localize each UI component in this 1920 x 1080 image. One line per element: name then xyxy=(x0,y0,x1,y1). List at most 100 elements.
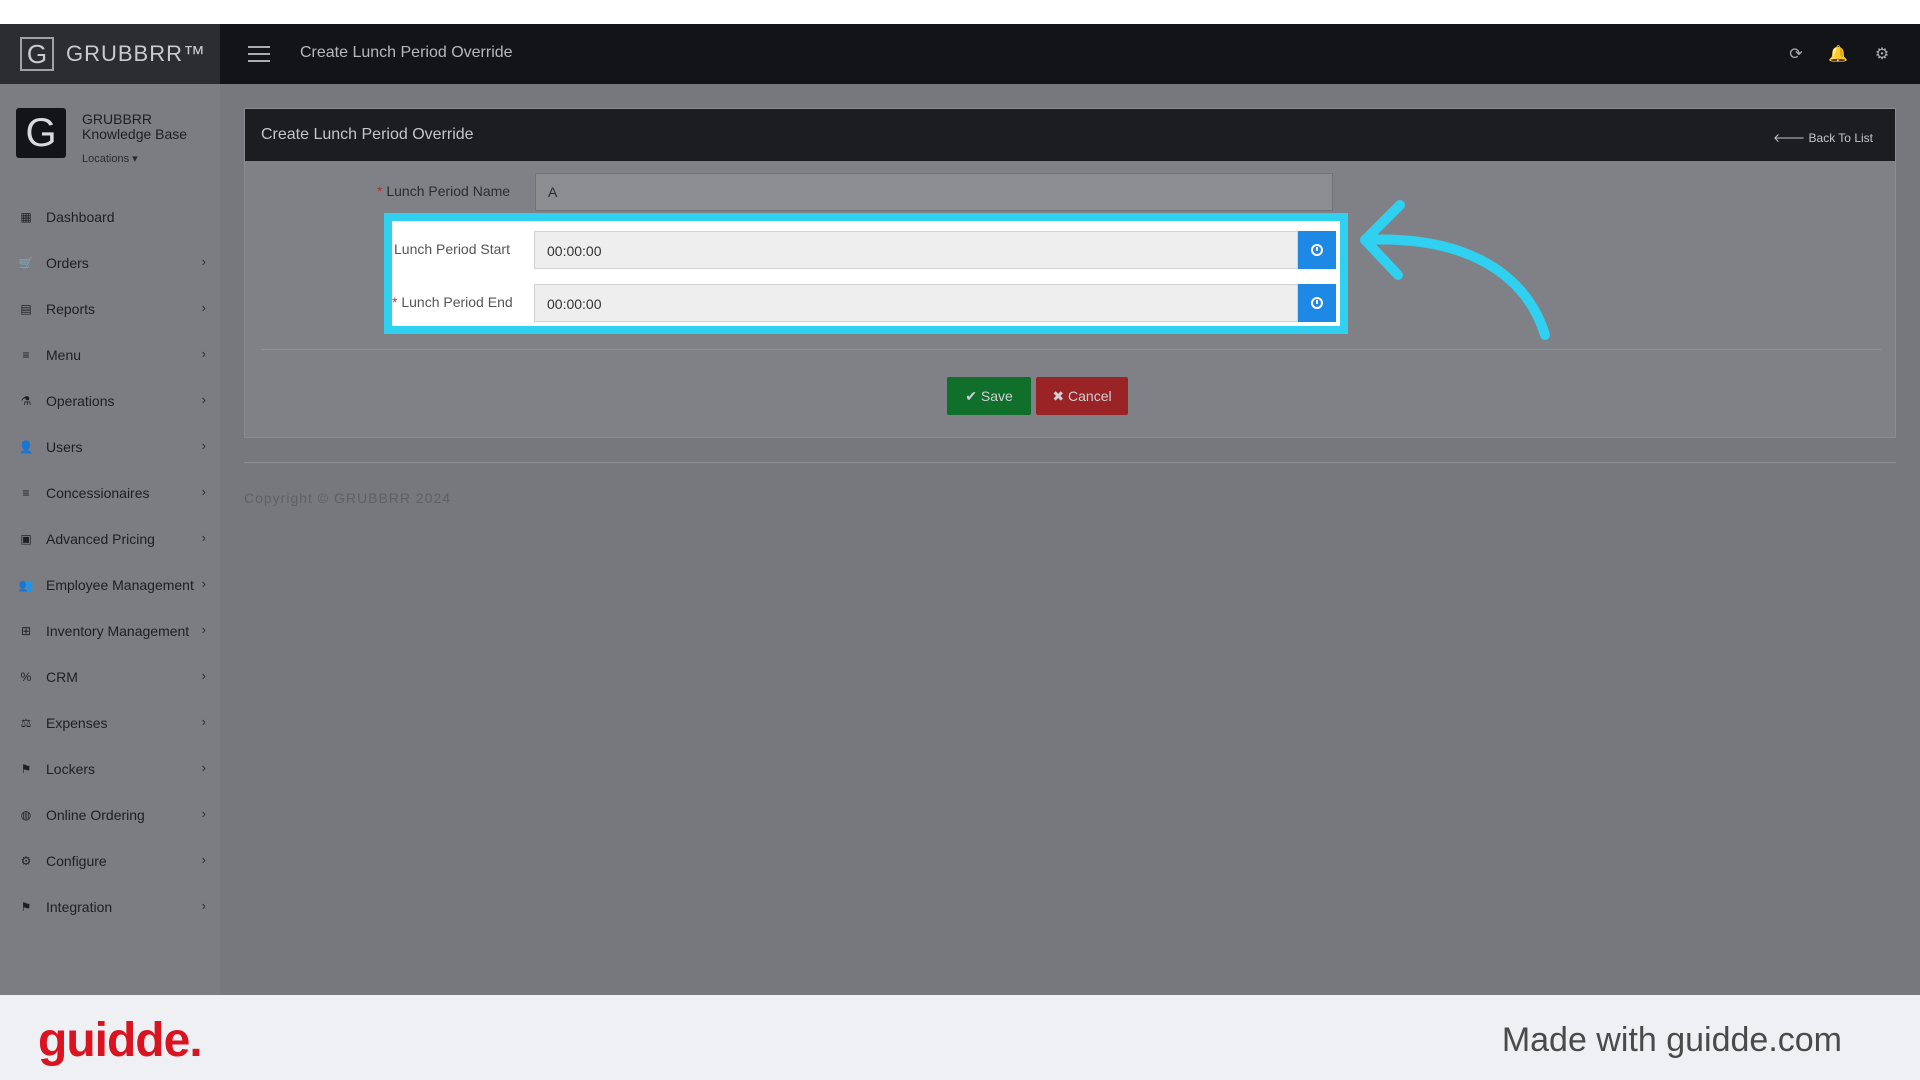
sidebar-item-dashboard[interactable]: ▦ Dashboard xyxy=(0,194,220,240)
profile-name: GRUBBRR Knowledge Base xyxy=(82,112,187,142)
sidebar-item-label: CRM xyxy=(46,669,78,685)
sidebar-item-icon: ⚗ xyxy=(20,394,32,408)
sidebar-item-label: Orders xyxy=(46,255,89,271)
sidebar-item-icon: ⚙ xyxy=(20,854,32,868)
sidebar-item-lockers[interactable]: ⚑ Lockers › xyxy=(0,746,220,792)
sidebar-item-label: Online Ordering xyxy=(46,807,145,823)
sidebar-item-icon: 👥 xyxy=(18,578,34,592)
lunch-period-end-label-text: Lunch Period End xyxy=(401,294,513,310)
chevron-right-icon: › xyxy=(201,668,206,683)
lunch-period-name-label-text: Lunch Period Name xyxy=(386,183,511,199)
lunch-period-start-label: Lunch Period Start xyxy=(394,241,510,257)
lunch-period-end-input[interactable]: 00:00:00 xyxy=(534,284,1298,322)
chevron-right-icon: › xyxy=(201,714,206,729)
app-window: G GRUBBRR™ Create Lunch Period Override … xyxy=(0,24,1920,995)
chevron-right-icon: › xyxy=(201,806,206,821)
chevron-right-icon: › xyxy=(201,392,206,407)
chevron-right-icon: › xyxy=(201,898,206,913)
chevron-right-icon: › xyxy=(201,438,206,453)
profile-name-line2: Knowledge Base xyxy=(82,126,188,142)
chevron-right-icon: › xyxy=(201,484,206,499)
time-fields-highlight: Lunch Period Start 00:00:00 * Lunch Peri… xyxy=(384,213,1348,334)
sidebar-item-icon: ≡ xyxy=(22,348,30,362)
sidebar-nav: ▦ Dashboard 🛒 Orders › ▤ Reports › ≡ Menu › ⚗ Operat… xyxy=(0,194,220,930)
sidebar-item-label: Integration xyxy=(46,899,113,915)
sidebar-item-label: Users xyxy=(46,439,83,455)
locations-dropdown[interactable]: Locations ▾ xyxy=(82,152,138,165)
footer-divider xyxy=(244,462,1896,463)
sidebar-item-label: Advanced Pricing xyxy=(46,531,155,547)
lunch-period-name-input[interactable]: A xyxy=(535,173,1333,211)
sidebar-item-operations[interactable]: ⚗ Operations › xyxy=(0,378,220,424)
menu-toggle-icon[interactable] xyxy=(248,46,270,62)
avatar: G xyxy=(16,108,66,158)
sidebar-item-menu[interactable]: ≡ Menu › xyxy=(0,332,220,378)
guidde-logo: guidde. xyxy=(38,1014,203,1067)
sidebar-item-concessionaires[interactable]: ≡ Concessionaires › xyxy=(0,470,220,516)
guidde-branding-bar: guidde. Made with guidde.com xyxy=(0,995,1920,1080)
top-white-strip xyxy=(0,0,1920,24)
sidebar-item-configure[interactable]: ⚙ Configure › xyxy=(0,838,220,884)
chevron-right-icon: › xyxy=(201,576,206,591)
made-with-text: Made with guidde.com xyxy=(1501,1021,1842,1059)
sidebar-item-icon: ⚑ xyxy=(20,762,32,776)
sidebar-item-label: Reports xyxy=(46,301,96,317)
sidebar-item-icon: ⚖ xyxy=(20,716,32,730)
profile-name-line1: GRUBBRR xyxy=(82,111,153,127)
save-button[interactable]: ✔ Save xyxy=(947,377,1031,415)
sidebar-item-integration[interactable]: ⚑ Integration › xyxy=(0,884,220,930)
sidebar-item-icon: 🛒 xyxy=(18,256,34,270)
chevron-right-icon: › xyxy=(201,300,206,315)
sidebar-item-icon: ≡ xyxy=(22,486,30,500)
sidebar-item-label: Menu xyxy=(46,347,82,363)
start-time-picker-button[interactable] xyxy=(1298,231,1336,269)
sidebar-item-icon: ▣ xyxy=(20,532,32,546)
lunch-period-end-label: * Lunch Period End xyxy=(392,294,513,310)
copyright-text: Copyright © GRUBBRR 2024 xyxy=(244,490,452,506)
sidebar-item-label: Concessionaires xyxy=(46,485,150,501)
refresh-icon[interactable]: ⟳ xyxy=(1786,44,1806,64)
bell-icon[interactable]: 🔔 xyxy=(1828,44,1848,64)
end-time-picker-button[interactable] xyxy=(1298,284,1336,322)
profile-block: G GRUBBRR Knowledge Base Locations ▾ xyxy=(16,108,216,178)
clock-icon xyxy=(1311,244,1323,256)
lunch-period-start-input[interactable]: 00:00:00 xyxy=(534,231,1298,269)
sidebar-item-icon: ◍ xyxy=(20,808,32,822)
pointer-arrow-icon xyxy=(1360,200,1550,340)
gear-icon[interactable]: ⚙ xyxy=(1872,44,1892,64)
lunch-period-name-label: * Lunch Period Name xyxy=(377,183,510,199)
chevron-right-icon: › xyxy=(201,346,206,361)
top-header: G GRUBBRR™ Create Lunch Period Override … xyxy=(0,24,1920,84)
sidebar-item-employee-management[interactable]: 👥 Employee Management › xyxy=(0,562,220,608)
sidebar-item-crm[interactable]: % CRM › xyxy=(0,654,220,700)
required-mark: * xyxy=(377,183,383,199)
sidebar-item-online-ordering[interactable]: ◍ Online Ordering › xyxy=(0,792,220,838)
header-title: Create Lunch Period Override xyxy=(300,44,513,61)
sidebar-item-users[interactable]: 👤 Users › xyxy=(0,424,220,470)
chevron-right-icon: › xyxy=(201,622,206,637)
sidebar-item-icon: ▤ xyxy=(20,302,32,316)
clock-icon xyxy=(1311,297,1323,309)
cancel-button[interactable]: ✖ Cancel xyxy=(1036,377,1128,415)
chevron-right-icon: › xyxy=(201,530,206,545)
brand-area[interactable]: G GRUBBRR™ xyxy=(0,24,220,84)
sidebar-item-expenses[interactable]: ⚖ Expenses › xyxy=(0,700,220,746)
sidebar-item-icon: % xyxy=(20,670,32,684)
chevron-right-icon: › xyxy=(201,852,206,867)
sidebar-item-label: Operations xyxy=(46,393,115,409)
sidebar-item-icon: ▦ xyxy=(20,210,32,224)
sidebar-item-label: Inventory Management xyxy=(46,623,190,639)
sidebar-item-label: Employee Management xyxy=(46,577,194,593)
sidebar-item-advanced-pricing[interactable]: ▣ Advanced Pricing › xyxy=(0,516,220,562)
back-to-list-link[interactable]: 🡐 Back To List xyxy=(1773,130,1873,145)
sidebar-item-label: Lockers xyxy=(46,761,96,777)
sidebar-item-reports[interactable]: ▤ Reports › xyxy=(0,286,220,332)
sidebar-item-orders[interactable]: 🛒 Orders › xyxy=(0,240,220,286)
sidebar-item-inventory-management[interactable]: ⊞ Inventory Management › xyxy=(0,608,220,654)
sidebar-item-icon: ⚑ xyxy=(20,900,32,914)
form-divider xyxy=(261,349,1881,350)
chevron-right-icon: › xyxy=(201,254,206,269)
brand-logo-icon: G xyxy=(20,37,54,71)
panel-title: Create Lunch Period Override xyxy=(261,126,474,143)
sidebar-item-icon: ⊞ xyxy=(20,624,32,638)
